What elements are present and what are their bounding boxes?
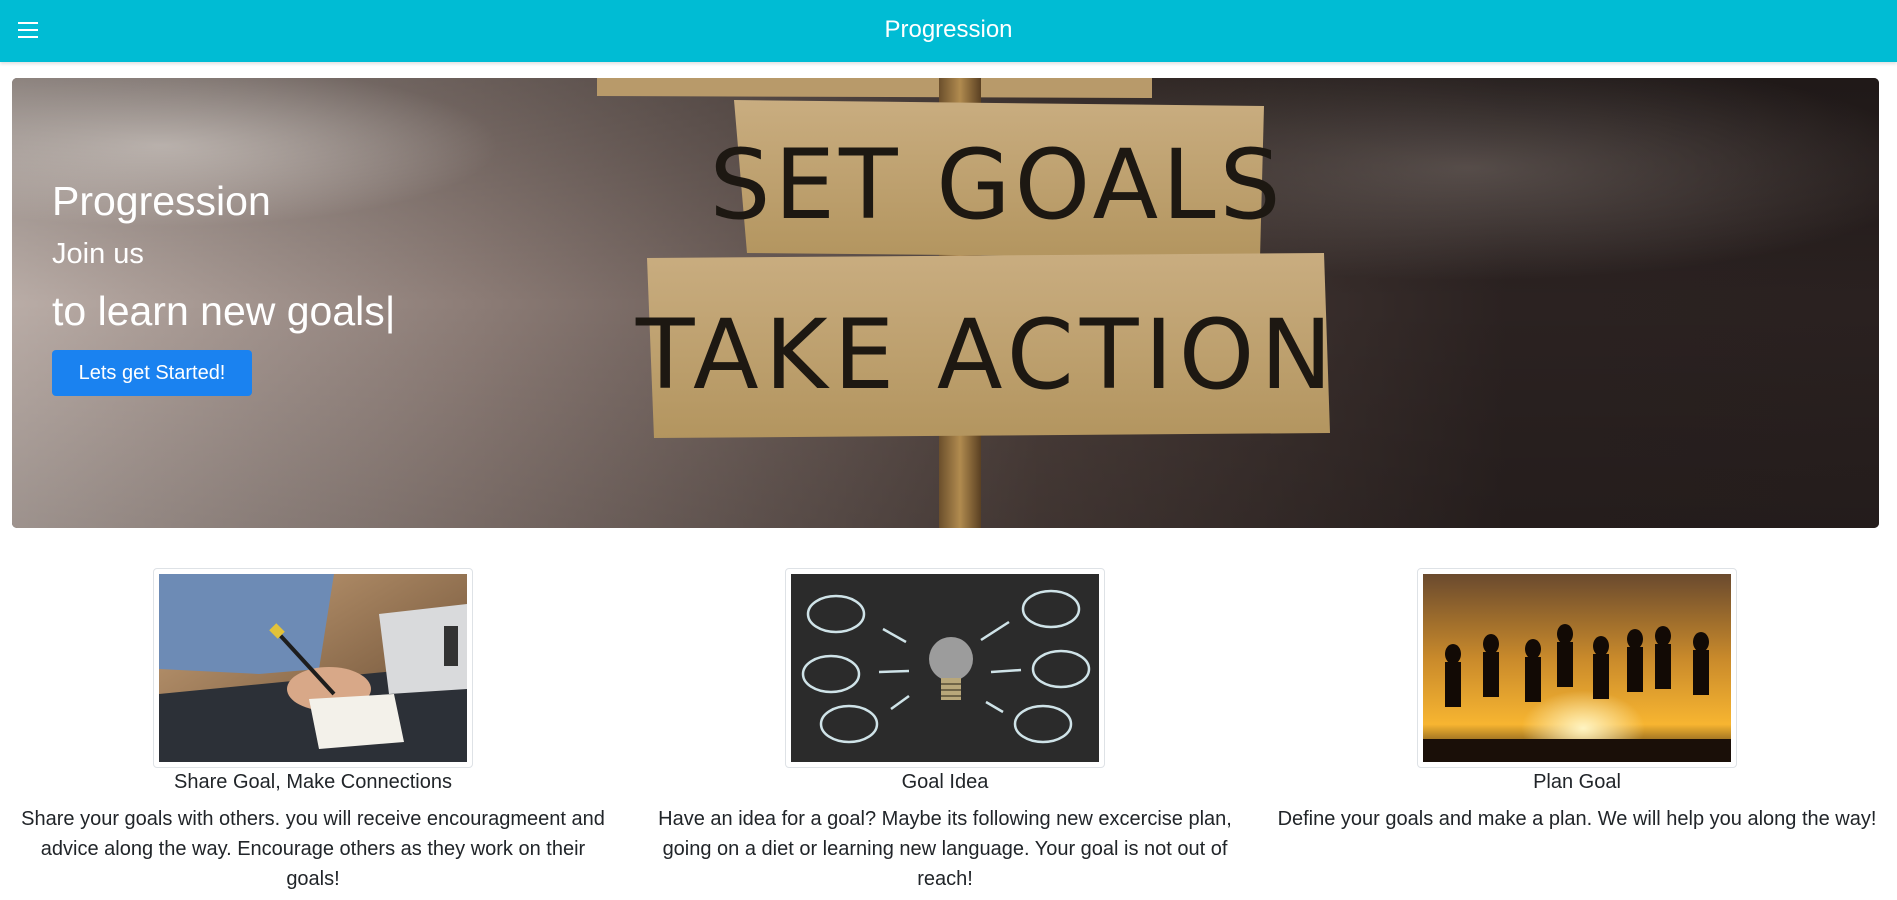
feature-card-plan: Plan Goal Define your goals and make a p… [1277,568,1877,834]
feature-description: Define your goals and make a plan. We wi… [1277,808,1877,830]
svg-text:SET GOALS: SET GOALS [709,129,1284,241]
feature-description: Have an idea for a goal? Maybe its follo… [658,808,1232,890]
feature-description: Share your goals with others. you will r… [21,808,605,890]
hero-subtitle: Join us [52,238,144,270]
feature-title: Plan Goal [1533,771,1621,793]
feature-title: Goal Idea [901,771,989,793]
hero-banner: SET GOALS TAKE ACTION Progression Join u… [12,78,1879,528]
typing-cursor: | [384,288,396,334]
top-navbar: Progression [0,0,1897,62]
feature-image-person-writing [153,568,473,768]
hero-typed-text: to learn new goals| [52,288,395,335]
feature-image-jumping-people [1417,568,1737,768]
feature-image-lightbulb [785,568,1105,768]
hero-title: Progression [52,178,271,224]
typed-text: to learn new goals [52,288,385,334]
get-started-button[interactable]: Lets get Started! [52,350,252,396]
feature-card-share: Share Goal, Make Connections Share your … [13,568,613,894]
navbar-title: Progression [884,16,1013,43]
svg-text:TAKE ACTION: TAKE ACTION [635,299,1338,411]
feature-title: Share Goal, Make Connections [174,771,452,793]
feature-card-idea: Goal Idea Have an idea for a goal? Maybe… [645,568,1245,894]
